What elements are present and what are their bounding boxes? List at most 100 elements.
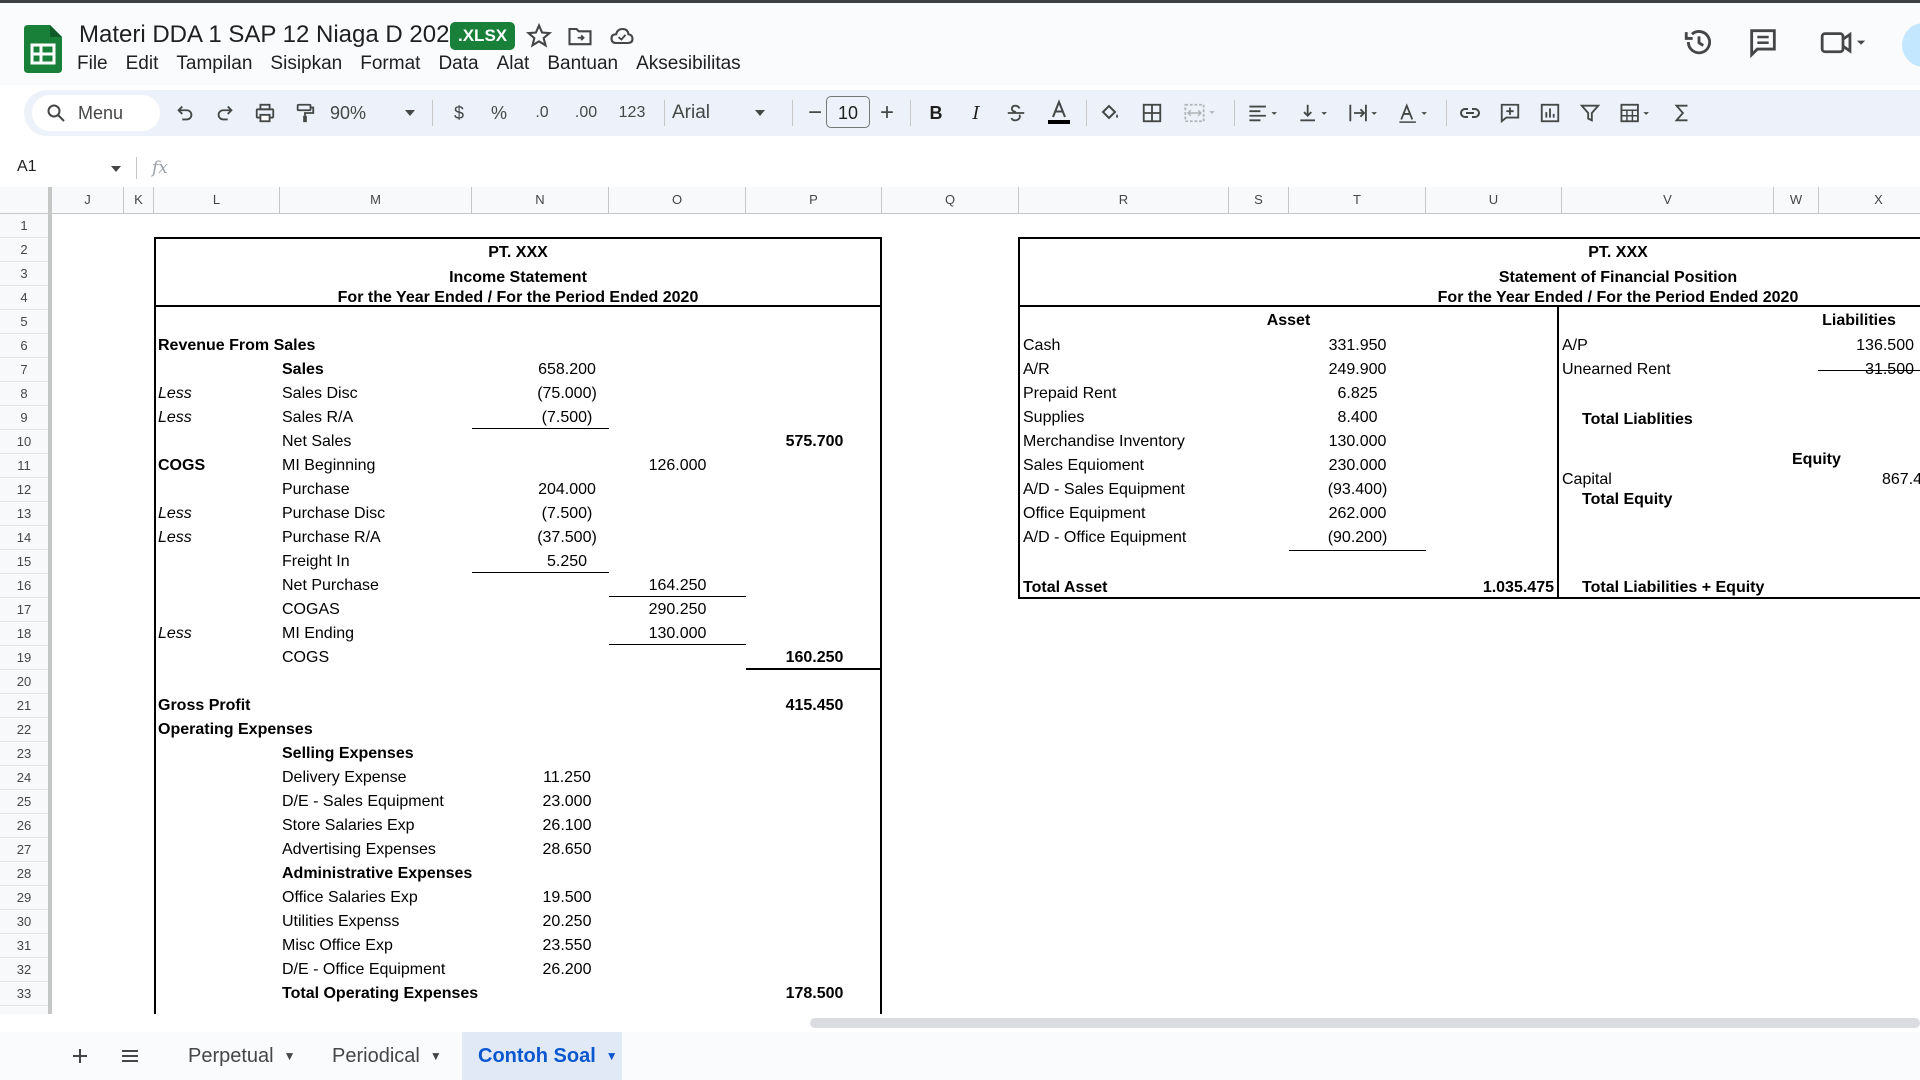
row-header[interactable]: 33 <box>0 982 48 1006</box>
menu-edit[interactable]: Edit <box>117 51 168 77</box>
more-formats-button[interactable]: 123 <box>612 98 652 128</box>
add-sheet-icon[interactable] <box>66 1042 94 1070</box>
column-header[interactable]: R <box>1019 187 1229 213</box>
fill-color-button[interactable] <box>1094 98 1126 128</box>
column-header[interactable]: J <box>52 187 124 213</box>
insert-chart-button[interactable] <box>1534 98 1566 128</box>
row-header[interactable]: 28 <box>0 862 48 886</box>
meet-video-icon[interactable] <box>1818 25 1868 59</box>
name-box-dropdown-icon[interactable] <box>110 165 122 173</box>
name-box[interactable]: A1 <box>17 158 37 176</box>
column-header[interactable]: S <box>1229 187 1289 213</box>
decrease-font-size-button[interactable]: − <box>802 98 828 128</box>
chevron-down-icon[interactable]: ▼ <box>430 1049 442 1063</box>
zoom-select[interactable]: 90% <box>330 98 392 128</box>
column-header[interactable]: T <box>1289 187 1426 213</box>
create-filter-button[interactable] <box>1574 98 1606 128</box>
paint-format-button[interactable] <box>290 98 320 128</box>
row-header[interactable]: 31 <box>0 934 48 958</box>
column-header[interactable]: L <box>154 187 280 213</box>
chevron-down-icon[interactable]: ▼ <box>606 1049 618 1063</box>
row-header[interactable]: 8 <box>0 382 48 406</box>
sheets-logo-icon[interactable] <box>24 25 62 73</box>
column-header[interactable]: U <box>1426 187 1562 213</box>
sheet-grid[interactable]: PT. XXX Income Statement For the Year En… <box>52 214 1920 1014</box>
column-header[interactable]: N <box>472 187 609 213</box>
sheet-tab-perpetual[interactable]: Perpetual ▼ <box>172 1032 312 1080</box>
row-header[interactable]: 15 <box>0 550 48 574</box>
menu-insert[interactable]: Sisipkan <box>261 51 351 77</box>
column-header[interactable]: Q <box>882 187 1019 213</box>
menu-data[interactable]: Data <box>429 51 487 77</box>
select-all-corner[interactable] <box>0 187 52 213</box>
star-icon[interactable] <box>525 22 553 50</box>
horizontal-scrollbar[interactable] <box>810 1018 1920 1028</box>
row-header[interactable]: 23 <box>0 742 48 766</box>
font-size-input[interactable]: 10 <box>826 96 870 128</box>
row-header[interactable]: 14 <box>0 526 48 550</box>
italic-button[interactable]: I <box>960 98 992 128</box>
menu-accessibility[interactable]: Aksesibilitas <box>627 51 750 77</box>
row-header[interactable]: 2 <box>0 238 48 262</box>
row-header[interactable]: 13 <box>0 502 48 526</box>
row-header[interactable]: 20 <box>0 670 48 694</box>
horizontal-align-button[interactable] <box>1242 98 1288 128</box>
column-header[interactable]: K <box>124 187 154 213</box>
row-header[interactable]: 27 <box>0 838 48 862</box>
user-avatar[interactable] <box>1902 23 1920 67</box>
column-header[interactable]: X <box>1819 187 1920 213</box>
zoom-dropdown-icon[interactable] <box>404 109 416 117</box>
row-header[interactable]: 32 <box>0 958 48 982</box>
chevron-down-icon[interactable]: ▼ <box>284 1049 296 1063</box>
borders-button[interactable] <box>1136 98 1168 128</box>
column-header[interactable]: V <box>1562 187 1774 213</box>
row-header[interactable]: 6 <box>0 334 48 358</box>
menu-view[interactable]: Tampilan <box>167 51 261 77</box>
column-header[interactable]: P <box>746 187 882 213</box>
menu-file[interactable]: File <box>68 51 117 77</box>
menu-help[interactable]: Bantuan <box>538 51 627 77</box>
row-header[interactable]: 4 <box>0 286 48 310</box>
row-header[interactable]: 9 <box>0 406 48 430</box>
row-header[interactable]: 26 <box>0 814 48 838</box>
row-header[interactable]: 17 <box>0 598 48 622</box>
row-header[interactable]: 30 <box>0 910 48 934</box>
row-header[interactable]: 29 <box>0 886 48 910</box>
row-header[interactable]: 11 <box>0 454 48 478</box>
strikethrough-button[interactable] <box>1000 98 1032 128</box>
vertical-align-button[interactable] <box>1292 98 1338 128</box>
all-sheets-menu-icon[interactable] <box>116 1042 144 1070</box>
row-header[interactable]: 3 <box>0 262 48 286</box>
row-header[interactable]: 22 <box>0 718 48 742</box>
row-header[interactable]: 10 <box>0 430 48 454</box>
merge-cells-button[interactable] <box>1178 98 1222 128</box>
row-header[interactable]: 12 <box>0 478 48 502</box>
increase-decimal-button[interactable]: .00 <box>566 98 606 128</box>
sheet-tab-contoh-soal[interactable]: Contoh Soal ▼ <box>462 1032 622 1080</box>
row-header[interactable]: 5 <box>0 310 48 334</box>
move-folder-icon[interactable] <box>566 22 594 50</box>
row-header[interactable]: 16 <box>0 574 48 598</box>
bold-button[interactable]: B <box>920 98 952 128</box>
row-header[interactable]: 19 <box>0 646 48 670</box>
print-button[interactable] <box>250 98 280 128</box>
row-header[interactable]: 18 <box>0 622 48 646</box>
table-button[interactable] <box>1614 98 1660 128</box>
text-rotation-button[interactable] <box>1392 98 1438 128</box>
text-wrapping-button[interactable] <box>1342 98 1388 128</box>
redo-button[interactable] <box>210 98 240 128</box>
text-color-button[interactable] <box>1042 98 1076 128</box>
insert-comment-button[interactable] <box>1494 98 1526 128</box>
functions-button[interactable] <box>1666 98 1698 128</box>
row-header[interactable]: 25 <box>0 790 48 814</box>
cloud-status-icon[interactable] <box>608 22 636 50</box>
menu-tools[interactable]: Alat <box>488 51 539 77</box>
version-history-icon[interactable] <box>1682 25 1716 59</box>
row-header[interactable]: 24 <box>0 766 48 790</box>
column-header[interactable]: O <box>609 187 746 213</box>
row-header[interactable]: 21 <box>0 694 48 718</box>
undo-button[interactable] <box>170 98 200 128</box>
document-title[interactable]: Materi DDA 1 SAP 12 Niaga D 2024 <box>79 21 463 49</box>
insert-link-button[interactable] <box>1454 98 1486 128</box>
currency-format-button[interactable]: $ <box>444 98 474 128</box>
